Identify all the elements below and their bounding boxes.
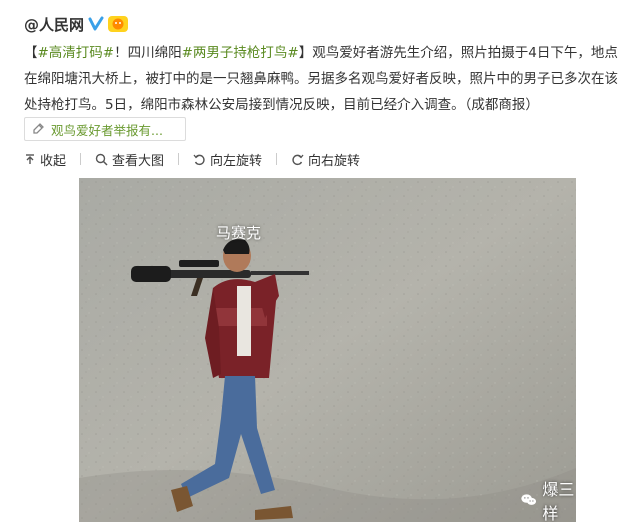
- rotate-left-label: 向左旋转: [210, 153, 263, 169]
- emoji-badge-icon: [108, 16, 129, 32]
- pen-icon: [33, 123, 44, 134]
- watermark: 爆三样: [521, 476, 576, 522]
- photo-illustration: [79, 178, 576, 522]
- rotate-left-button[interactable]: 向左旋转: [193, 150, 262, 169]
- author-name[interactable]: @人民网: [24, 14, 84, 35]
- hashtag-link[interactable]: #两男子持枪打鸟#: [182, 45, 299, 61]
- open-bracket: 【: [24, 45, 38, 61]
- weibo-post-card: @人民网 【#高清打码#！四川绵阳#两男子持枪打鸟#】观鸟爱好者游先生介绍，照片…: [0, 0, 640, 522]
- rotate-left-icon: [193, 154, 205, 165]
- article-link-card[interactable]: 观鸟爱好者举报有...: [24, 117, 186, 141]
- rotate-right-label: 向右旋转: [308, 153, 361, 169]
- action-divider: [276, 153, 278, 165]
- collapse-up-icon: [26, 154, 34, 164]
- watermark-text: 爆三样: [542, 480, 575, 522]
- collapse-label: 收起: [40, 153, 67, 169]
- collapse-button[interactable]: 收起: [24, 150, 66, 169]
- link-card-label: 观鸟爱好者举报有...: [51, 122, 163, 138]
- post-body: 【#高清打码#！四川绵阳#两男子持枪打鸟#】观鸟爱好者游先生介绍，照片拍摄于4日…: [24, 40, 624, 118]
- image-action-bar: 收起 查看大图 向左旋转 向右旋转: [24, 150, 374, 169]
- rotate-right-icon: [292, 154, 304, 165]
- post-photo[interactable]: 马赛克 爆三样: [79, 178, 576, 522]
- post-text-segment: ！四川绵阳: [114, 45, 182, 61]
- photo-caption: 马赛克: [216, 224, 262, 242]
- view-large-button[interactable]: 查看大图: [95, 150, 164, 169]
- hashtag-link[interactable]: #高清打码#: [38, 45, 115, 61]
- action-divider: [178, 153, 180, 165]
- wechat-icon: [521, 494, 537, 505]
- rotate-right-button[interactable]: 向右旋转: [291, 150, 360, 169]
- verified-v-icon: [88, 16, 104, 31]
- magnifier-icon: [95, 153, 108, 166]
- view-large-label: 查看大图: [112, 153, 165, 169]
- post-header: @人民网: [24, 12, 129, 36]
- action-divider: [80, 153, 82, 165]
